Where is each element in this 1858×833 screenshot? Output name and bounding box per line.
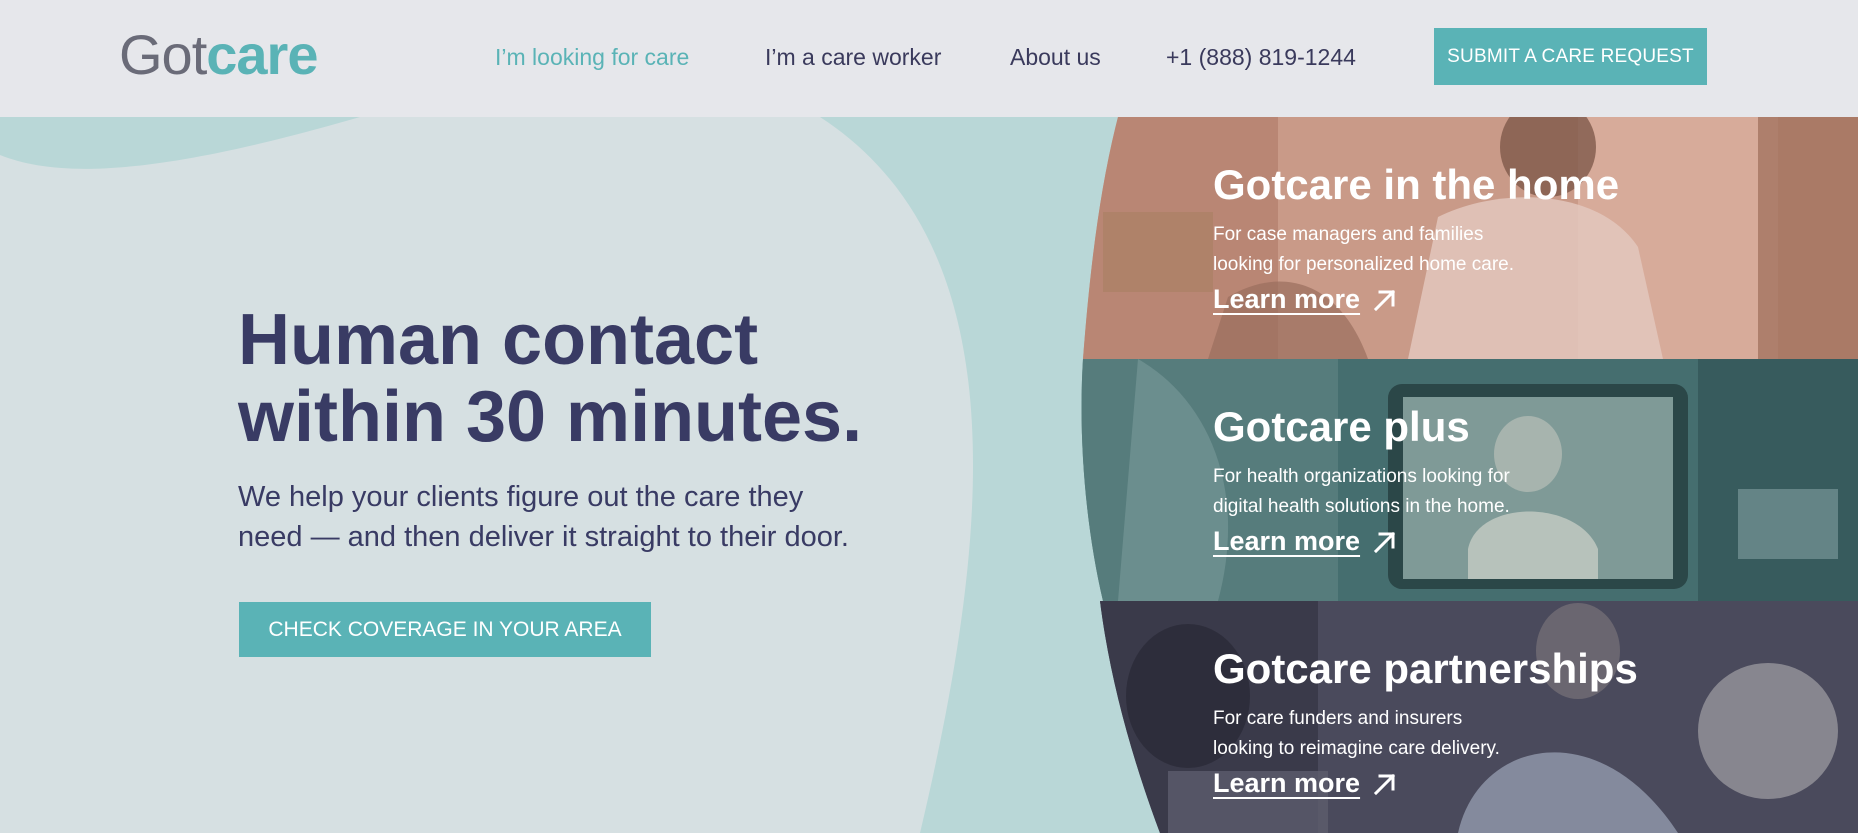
nav-about-us[interactable]: About us — [1010, 44, 1101, 71]
nav-looking-for-care[interactable]: I’m looking for care — [495, 44, 689, 71]
nav-phone-number[interactable]: +1 (888) 819-1244 — [1166, 44, 1356, 71]
site-header: Gotcare I’m looking for care I’m a care … — [0, 0, 1858, 117]
hero-headline: Human contact within 30 minutes. — [238, 302, 938, 456]
subtitle-line-2: need — and then deliver it straight to t… — [238, 521, 849, 553]
arrow-up-right-icon — [1373, 773, 1396, 795]
nav-care-worker[interactable]: I’m a care worker — [765, 44, 941, 71]
headline-line-2: within 30 minutes. — [238, 377, 863, 457]
learn-more-link[interactable]: Learn more — [1213, 284, 1398, 315]
gotcare-logo[interactable]: Gotcare — [119, 22, 319, 87]
learn-more-link[interactable]: Learn more — [1213, 768, 1398, 799]
panel-desc-line-2: looking for personalized home care. — [1213, 254, 1515, 275]
panel-desc-line-2: digital health solutions in the home. — [1213, 496, 1510, 517]
hero-section: Human contact within 30 minutes. We help… — [0, 117, 1858, 833]
panel-description: For health organizations looking for dig… — [1213, 462, 1573, 522]
subtitle-line-1: We help your clients figure out the care… — [238, 481, 804, 513]
arrow-up-right-icon — [1373, 531, 1396, 553]
learn-more-label: Learn more — [1213, 284, 1361, 314]
panel-title: Gotcare partnerships — [1213, 645, 1638, 692]
learn-more-link[interactable]: Learn more — [1213, 526, 1398, 557]
learn-more-label: Learn more — [1213, 768, 1361, 798]
panel-desc-line-1: For case managers and families — [1213, 224, 1484, 245]
panel-home-care: Gotcare in the home For case managers an… — [1078, 117, 1858, 359]
logo-text-care: care — [206, 23, 318, 86]
headline-line-1: Human contact — [238, 300, 759, 380]
panel-partnerships: Gotcare partnerships For care funders an… — [1078, 601, 1858, 833]
panel-desc-line-2: looking to reimagine care delivery. — [1213, 738, 1500, 759]
panel-description: For care funders and insurers looking to… — [1213, 704, 1573, 764]
arrow-up-right-icon — [1373, 289, 1396, 311]
logo-text-got: Got — [119, 23, 207, 86]
panel-title: Gotcare in the home — [1213, 161, 1620, 208]
panel-gotcare-plus: Gotcare plus For health organizations lo… — [1078, 359, 1858, 601]
panel-description: For case managers and families looking f… — [1213, 220, 1573, 280]
panel-desc-line-1: For health organizations looking for — [1213, 466, 1510, 487]
hero-subtitle: We help your clients figure out the care… — [238, 477, 878, 557]
submit-care-request-button[interactable]: SUBMIT A CARE REQUEST — [1434, 28, 1707, 85]
check-coverage-button[interactable]: CHECK COVERAGE IN YOUR AREA — [239, 602, 651, 657]
panel-title: Gotcare plus — [1213, 403, 1470, 450]
learn-more-label: Learn more — [1213, 526, 1361, 556]
panel-desc-line-1: For care funders and insurers — [1213, 708, 1463, 729]
